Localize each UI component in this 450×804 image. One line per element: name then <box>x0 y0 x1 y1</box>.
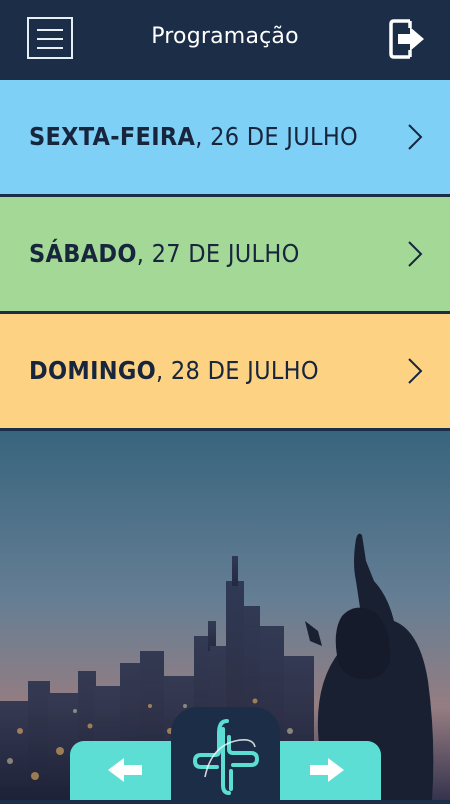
day-label: DOMINGO, 28 DE JULHO <box>29 356 319 385</box>
day-row-friday[interactable]: SEXTA-FEIRA, 26 DE JULHO <box>0 80 450 194</box>
arrow-right-icon[interactable] <box>280 741 380 800</box>
chevron-right-icon <box>408 241 423 267</box>
day-label: SÁBADO, 27 DE JULHO <box>29 239 300 268</box>
chevron-right-icon <box>408 124 423 150</box>
app-header: Programação <box>0 0 450 78</box>
day-row-sunday[interactable]: DOMINGO, 28 DE JULHO <box>0 314 450 428</box>
arrow-left-icon[interactable] <box>80 741 180 800</box>
day-label: SEXTA-FEIRA, 26 DE JULHO <box>29 122 359 151</box>
day-row-saturday[interactable]: SÁBADO, 27 DE JULHO <box>0 197 450 311</box>
cross-logo-icon <box>192 719 260 795</box>
chevron-right-icon <box>408 358 423 384</box>
home-button[interactable] <box>171 707 280 800</box>
page-title: Programação <box>151 24 299 49</box>
logout-icon[interactable] <box>388 17 428 61</box>
